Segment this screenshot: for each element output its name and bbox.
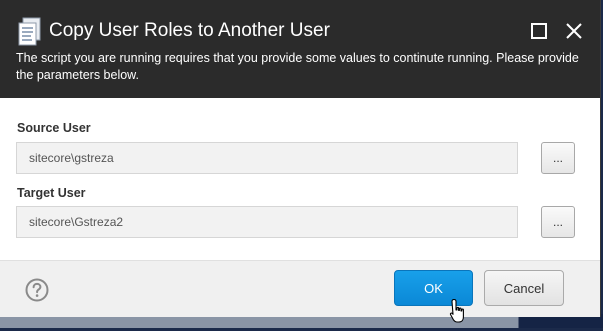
cancel-button[interactable]: Cancel bbox=[484, 270, 564, 306]
target-user-browse-button[interactable]: ... bbox=[541, 206, 575, 238]
target-user-field[interactable] bbox=[16, 206, 518, 238]
maximize-button[interactable] bbox=[528, 20, 550, 42]
maximize-icon bbox=[531, 23, 547, 39]
hand-pointer-cursor-icon bbox=[449, 298, 469, 326]
dialog-title: Copy User Roles to Another User bbox=[49, 20, 330, 41]
dialog-description: The script you are running requires that… bbox=[16, 51, 579, 82]
scroll-document-icon bbox=[17, 17, 45, 47]
source-user-browse-button[interactable]: ... bbox=[541, 142, 575, 174]
close-button[interactable] bbox=[563, 20, 585, 42]
source-user-field[interactable] bbox=[16, 142, 518, 174]
parameters-form: Source User ... Target User ... bbox=[0, 98, 600, 260]
dialog-footer: OK Cancel bbox=[0, 260, 600, 317]
copy-user-roles-dialog: Copy User Roles to Another User The scri… bbox=[0, 0, 600, 317]
help-icon[interactable] bbox=[25, 278, 49, 302]
target-user-label: Target User bbox=[17, 186, 86, 200]
dialog-header: Copy User Roles to Another User The scri… bbox=[0, 0, 600, 98]
source-user-label: Source User bbox=[17, 121, 91, 135]
close-icon bbox=[566, 23, 582, 39]
